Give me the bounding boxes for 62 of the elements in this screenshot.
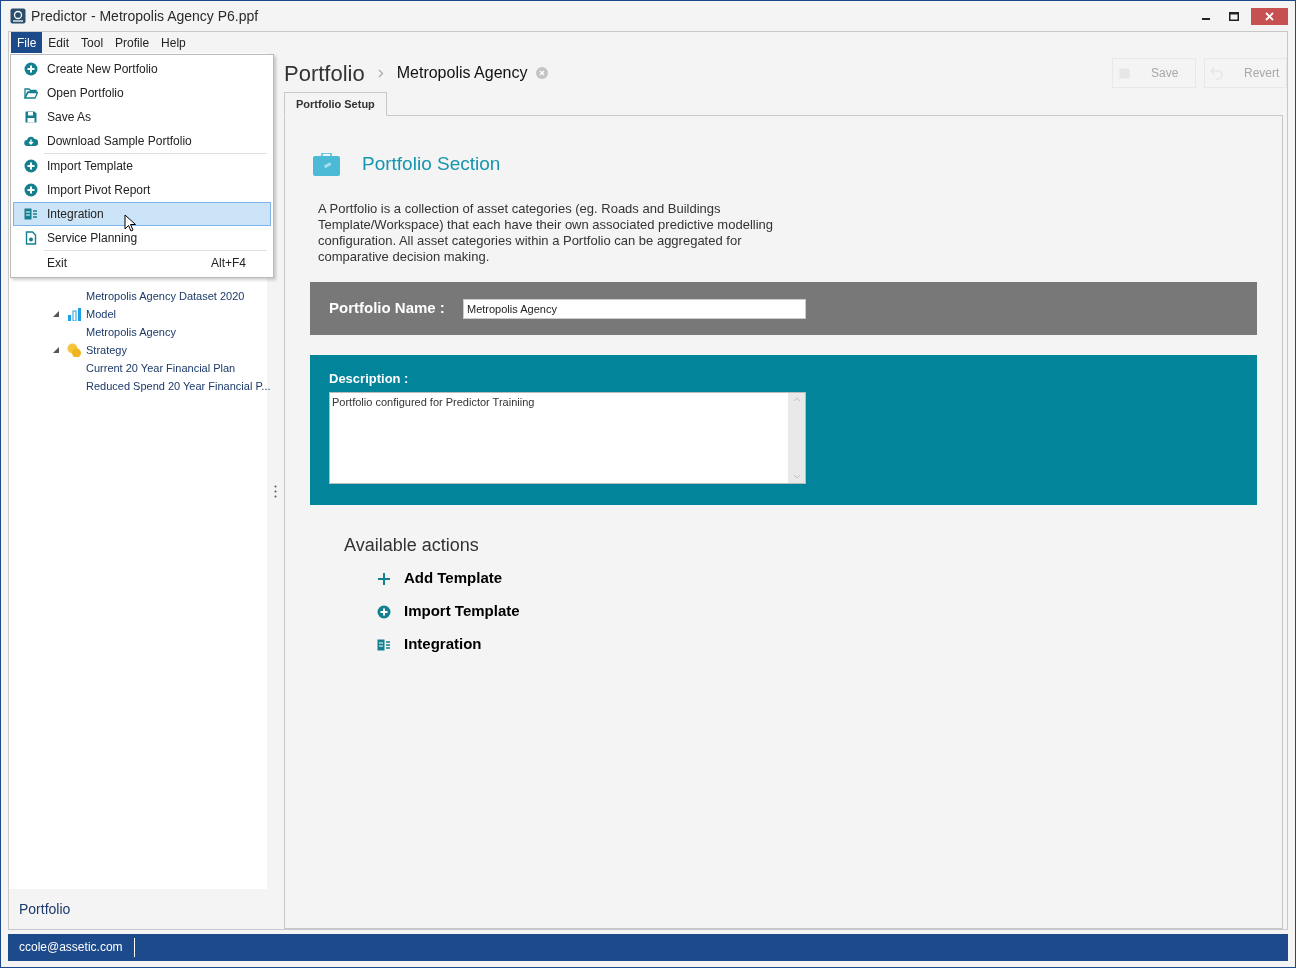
folder-icon bbox=[23, 86, 38, 100]
integration-icon bbox=[377, 637, 391, 652]
tab[interactable]: Portfolio Setup bbox=[284, 92, 387, 116]
app-logo-icon bbox=[10, 8, 26, 24]
close-icon bbox=[1265, 11, 1274, 21]
scrollbar[interactable] bbox=[788, 393, 805, 483]
window-title: Predictor - Metropolis Agency P6.ppf bbox=[31, 6, 259, 26]
menu-entry[interactable]: Service Planning bbox=[13, 226, 271, 250]
section-description: A Portfolio is a collection of asset categories (eg. Roads and Buildings Template/Workspace) that each have their own associated predictive modelling configuration. All asset categories within a Portfolio can be aggregated for comparative decision making. bbox=[318, 201, 774, 265]
plus-icon bbox=[377, 571, 391, 586]
plus-circle-icon bbox=[377, 604, 391, 619]
tree-item[interactable]: Metropolis Agency Dataset 2020 bbox=[86, 287, 245, 305]
tree-item[interactable]: Model bbox=[86, 305, 116, 323]
maximize-icon bbox=[1229, 11, 1239, 21]
text-area[interactable]: Portfolio configured for Predictor Trainiing bbox=[329, 392, 806, 484]
action-link[interactable]: Integration bbox=[404, 633, 482, 656]
integration-icon bbox=[23, 207, 38, 221]
expand-arrow-icon[interactable] bbox=[53, 311, 59, 317]
field-label: Description : bbox=[329, 370, 410, 388]
tree-item[interactable]: Current 20 Year Financial Plan bbox=[86, 359, 236, 377]
action-link[interactable]: Add Template bbox=[404, 567, 503, 590]
menu-entry[interactable]: Create New Portfolio bbox=[13, 57, 271, 81]
mouse-cursor-icon bbox=[124, 214, 136, 232]
plus-circle-icon bbox=[23, 183, 38, 197]
chevron-right-icon bbox=[377, 68, 384, 78]
cloud-download-icon bbox=[23, 134, 38, 148]
expand-arrow-icon[interactable] bbox=[53, 347, 59, 353]
menu-item[interactable]: Profile bbox=[109, 32, 156, 53]
bar-chart-icon bbox=[67, 307, 81, 321]
menu-item[interactable]: Help bbox=[155, 32, 192, 53]
menu-entry[interactable]: Import Template bbox=[13, 154, 271, 178]
menu-entry[interactable]: Import Pivot Report bbox=[13, 178, 271, 202]
field-label: Portfolio Name : bbox=[329, 298, 446, 319]
briefcase-icon bbox=[313, 152, 340, 176]
menu-item[interactable]: Tool bbox=[75, 32, 110, 53]
breadcrumb-root[interactable]: Portfolio bbox=[284, 56, 365, 90]
scroll-down-icon bbox=[792, 474, 801, 479]
menu-entry[interactable]: Save As bbox=[13, 105, 271, 129]
splitter-handle-icon bbox=[274, 484, 277, 498]
section-title: Portfolio Section bbox=[362, 151, 501, 176]
save-icon bbox=[23, 110, 38, 124]
status-user: ccole@assetic.com bbox=[8, 938, 135, 957]
scroll-up-icon bbox=[792, 397, 801, 402]
plus-circle-icon bbox=[23, 159, 38, 173]
sidebar-footer-label: Portfolio bbox=[19, 899, 71, 919]
coins-icon bbox=[67, 343, 81, 357]
document-icon bbox=[23, 231, 38, 245]
actions-title: Available actions bbox=[344, 534, 479, 557]
breadcrumb-current: Metropolis Agency bbox=[396, 63, 528, 83]
action-link[interactable]: Import Template bbox=[404, 600, 520, 623]
menu-entry[interactable]: Download Sample Portfolio bbox=[13, 129, 271, 153]
plus-circle-icon bbox=[23, 62, 38, 76]
menu-item[interactable]: Edit bbox=[42, 32, 76, 53]
tree-item[interactable]: Metropolis Agency bbox=[86, 323, 176, 341]
text-input[interactable]: Metropolis Agency bbox=[463, 298, 806, 319]
menu-item[interactable]: File bbox=[11, 32, 43, 53]
menu-entry[interactable]: Integration bbox=[13, 202, 271, 226]
tree-item[interactable]: Reduced Spend 20 Year Financial P... bbox=[86, 377, 271, 395]
menu-entry[interactable]: Exit Alt+F4 bbox=[13, 251, 271, 275]
close-button[interactable] bbox=[1251, 7, 1288, 25]
menu-entry[interactable]: Open Portfolio bbox=[13, 81, 271, 105]
tree-item[interactable]: Strategy bbox=[86, 341, 127, 359]
